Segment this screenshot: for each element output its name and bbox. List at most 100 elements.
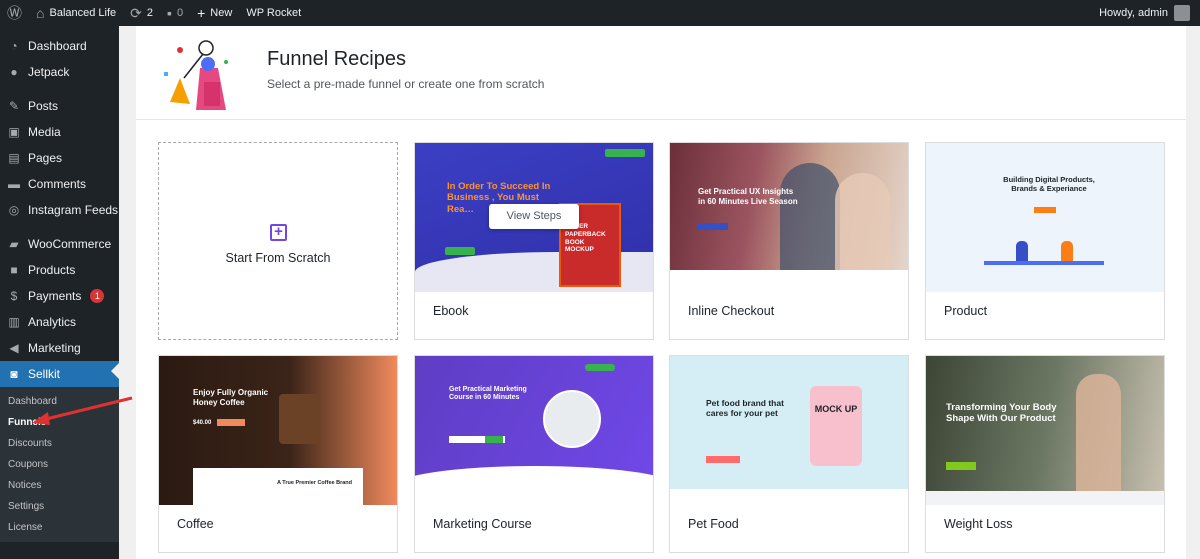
recipe-label: Product (944, 304, 988, 318)
comments-link[interactable]: ▪ 0 (160, 0, 190, 26)
sidebar-item-comments[interactable]: ▬ Comments (0, 171, 119, 197)
submenu-item-coupons[interactable]: Coupons (0, 454, 119, 475)
sidebar-item-marketing[interactable]: ◀ Marketing (0, 335, 119, 361)
marketing-course-preview: Get Practical Marketing Course in 60 Min… (415, 356, 653, 505)
scratch-label: Start From Scratch (225, 251, 331, 265)
admin-bar: Ⓦ ⌂ Balanced Life ⟳ 2 ▪ 0 + New WP Rocket Ho… (0, 0, 1200, 26)
account-menu[interactable]: Howdy, admin (1099, 5, 1200, 21)
view-steps-button[interactable]: View Steps (489, 204, 579, 229)
pages-icon: ▤ (8, 151, 20, 165)
sidebar-item-instagram-feeds[interactable]: ◎ Instagram Feeds (0, 197, 119, 223)
page-title: Funnel Recipes (267, 48, 406, 70)
cta-button (706, 456, 740, 463)
wave-shape (415, 466, 653, 505)
recipe-label: Pet Food (688, 517, 739, 531)
sidebar-item-media[interactable]: ▣ Media (0, 119, 119, 145)
home-icon: ⌂ (36, 5, 45, 21)
recipe-label: Weight Loss (944, 517, 1013, 531)
bag-label: MOCK UP (814, 404, 858, 414)
wordpress-logo-icon[interactable]: Ⓦ (0, 0, 29, 26)
weight-loss-preview: Transforming Your Body Shape With Our Pr… (926, 356, 1164, 505)
dollar-icon: $ (10, 289, 18, 303)
weight-loss-headline: Transforming Your Body Shape With Our Pr… (946, 402, 1057, 425)
comment-icon: ▬ (8, 177, 20, 191)
product-headline: Building Digital Products, Brands & Expe… (1003, 175, 1095, 193)
submenu-item-settings[interactable]: Settings (0, 496, 119, 517)
page-subtitle: Select a pre-made funnel or create one f… (267, 77, 545, 91)
pet-food-bag (810, 386, 862, 466)
wp-rocket-link[interactable]: WP Rocket (239, 0, 308, 26)
admin-sidebar: ◔ Dashboard ● Jetpack ✎ Posts ▣ Media ▤ Pages… (0, 26, 119, 559)
pet-headline: Pet food brand that cares for your pet (706, 398, 784, 419)
start-from-scratch-card[interactable]: + Start From Scratch (158, 142, 398, 340)
plus-icon: + (197, 5, 206, 21)
recipe-label: Marketing Course (433, 517, 532, 531)
submenu-item-license[interactable]: License (0, 517, 119, 538)
comment-icon: ▪ (167, 5, 172, 21)
cta-button (698, 223, 728, 230)
funnel-recipes-panel: Funnel Recipes Select a pre-made funnel … (136, 26, 1186, 559)
chef-illustration-icon (164, 40, 228, 110)
dashboard-icon: ◔ (10, 39, 18, 53)
recipe-card-pet-food[interactable]: Pet food brand that cares for your pet M… (669, 355, 909, 553)
cta-button (445, 247, 475, 255)
recipe-label: Coffee (177, 517, 214, 531)
sidebar-item-woocommerce[interactable]: ▰ WooCommerce (0, 231, 119, 257)
logo-strip (670, 270, 908, 292)
person-figure (1061, 241, 1073, 261)
plus-square-icon: + (270, 224, 287, 241)
sidebar-item-posts[interactable]: ✎ Posts (0, 93, 119, 119)
box-icon: ■ (10, 263, 18, 277)
recipe-label: Ebook (433, 304, 469, 318)
recipe-label: Inline Checkout (688, 304, 775, 318)
instagram-icon: ◎ (8, 203, 20, 217)
woo-icon: ▰ (9, 237, 19, 251)
sidebar-item-products[interactable]: ■ Products (0, 257, 119, 283)
sidebar-item-payments[interactable]: $ Payments 1 (0, 283, 119, 309)
recipe-card-ebook[interactable]: In Order To Succeed In Business , You Mu… (414, 142, 654, 340)
features-strip (670, 489, 908, 505)
bottom-band (926, 491, 1164, 505)
site-name-link[interactable]: ⌂ Balanced Life (29, 0, 123, 26)
cta-button (217, 419, 245, 426)
sidebar-item-sellkit[interactable]: ◙ Sellkit (0, 361, 119, 387)
active-menu-notch (111, 363, 119, 379)
coffee-subheadline: A True Premier Coffee Brand (277, 480, 352, 486)
new-content-link[interactable]: + New (190, 0, 239, 26)
sidebar-item-dashboard[interactable]: ◔ Dashboard (0, 33, 119, 59)
page-header: Funnel Recipes Select a pre-made funnel … (136, 26, 1186, 120)
avatar (1174, 5, 1190, 21)
media-icon: ▣ (8, 125, 20, 139)
jetpack-icon: ● (10, 65, 18, 79)
cta-button (485, 436, 503, 443)
person-silhouette (780, 163, 840, 273)
submenu-item-discounts[interactable]: Discounts (0, 433, 119, 454)
recipe-card-product[interactable]: Building Digital Products, Brands & Expe… (925, 142, 1165, 340)
marketing-headline: Get Practical Marketing Course in 60 Min… (449, 386, 527, 402)
coffee-headline: Enjoy Fully Organic Honey Coffee (193, 388, 269, 407)
sellkit-icon: ◙ (10, 367, 18, 381)
product-preview: Building Digital Products, Brands & Expe… (926, 143, 1164, 292)
person-figure (1016, 241, 1028, 261)
top-button (585, 364, 615, 371)
notification-badge: 1 (90, 289, 105, 303)
sidebar-item-pages[interactable]: ▤ Pages (0, 145, 119, 171)
recipe-card-weight-loss[interactable]: Transforming Your Body Shape With Our Pr… (925, 355, 1165, 553)
coffee-preview: Enjoy Fully Organic Honey Coffee $40.00 … (159, 356, 397, 505)
model-figure (1076, 374, 1121, 494)
refresh-icon: ⟳ (130, 5, 142, 21)
recipe-card-marketing-course[interactable]: Get Practical Marketing Course in 60 Min… (414, 355, 654, 553)
red-arrow-icon (32, 396, 133, 425)
submenu-item-notices[interactable]: Notices (0, 475, 119, 496)
sidebar-item-analytics[interactable]: ▥ Analytics (0, 309, 119, 335)
checkout-headline: Get Practical UX Insights in 60 Minutes … (698, 187, 798, 206)
sidebar-item-jetpack[interactable]: ● Jetpack (0, 59, 119, 85)
desk-illustration (984, 261, 1104, 265)
chart-icon: ▥ (8, 315, 20, 329)
recipe-card-inline-checkout[interactable]: Get Practical UX Insights in 60 Minutes … (669, 142, 909, 340)
person-silhouette (835, 173, 890, 273)
coffee-price: $40.00 (193, 420, 212, 426)
updates-link[interactable]: ⟳ 2 (123, 0, 160, 26)
cta-button (946, 462, 976, 470)
recipe-card-coffee[interactable]: Enjoy Fully Organic Honey Coffee $40.00 … (158, 355, 398, 553)
